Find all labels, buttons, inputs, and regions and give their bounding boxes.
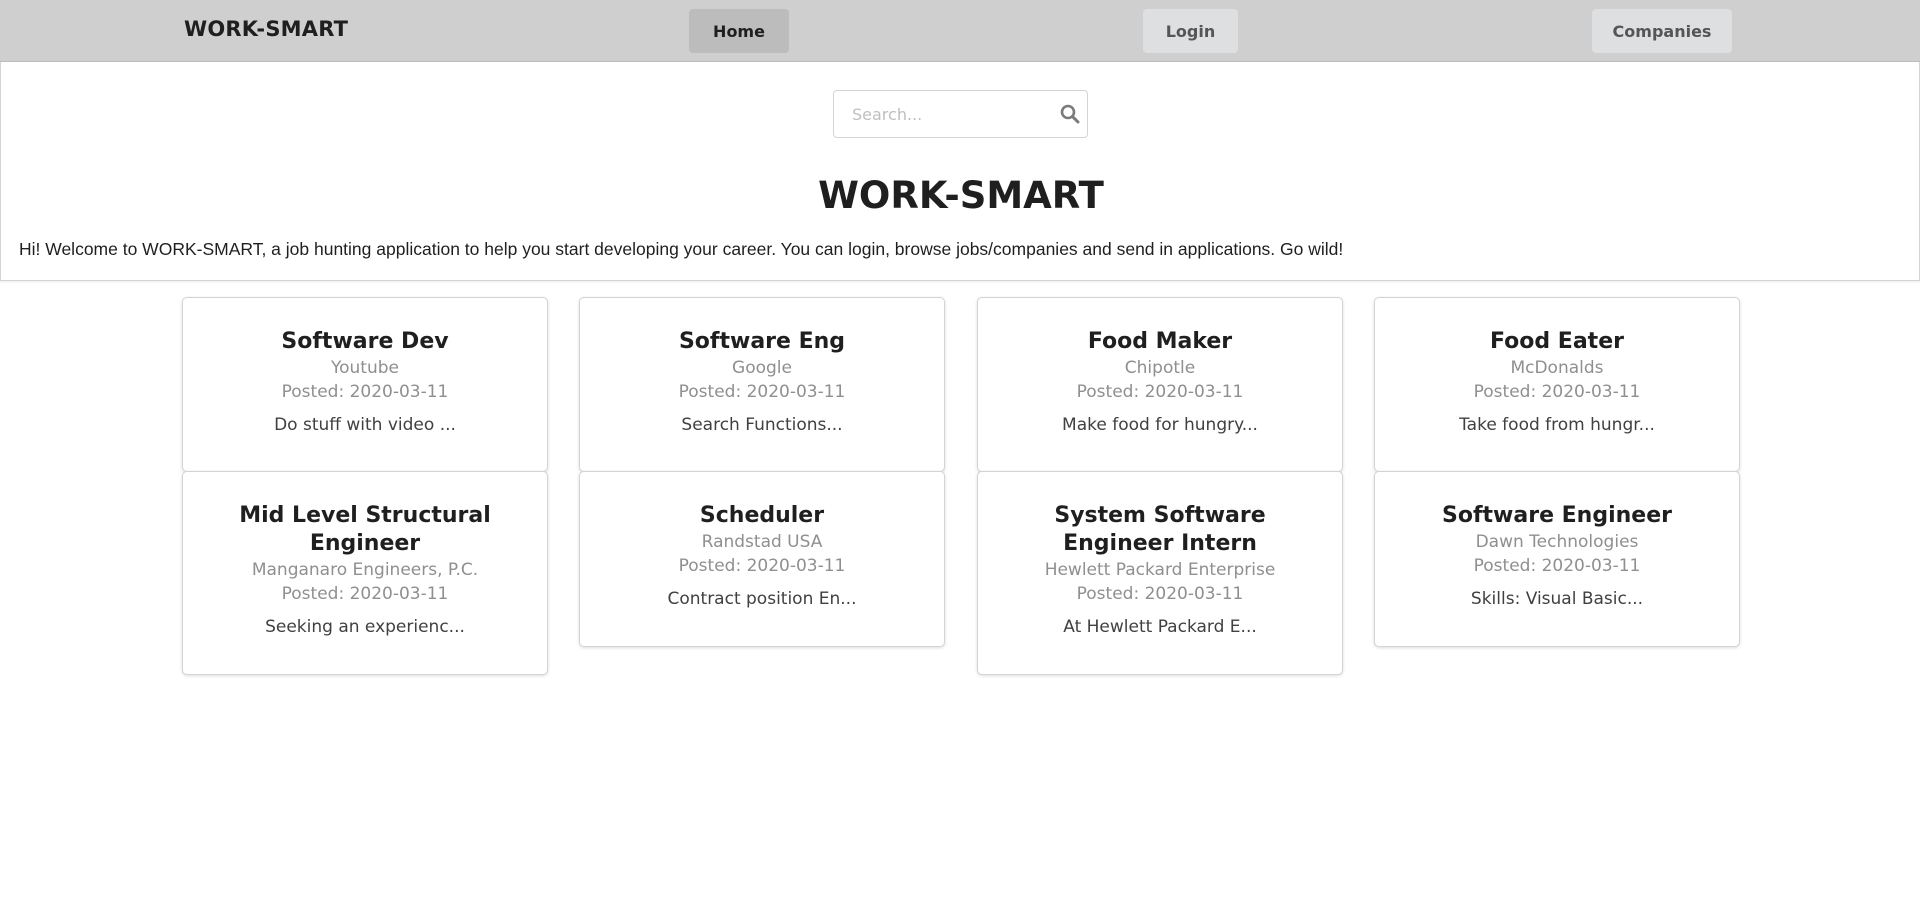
job-card[interactable]: Software Engineer Dawn Technologies Post… — [1374, 471, 1740, 647]
search-icon[interactable] — [1059, 103, 1081, 125]
job-description: Do stuff with video ... — [274, 415, 456, 435]
search-box[interactable] — [833, 90, 1088, 138]
welcome-text: Hi! Welcome to WORK-SMART, a job hunting… — [19, 239, 1344, 259]
job-description: Search Functions... — [681, 415, 843, 435]
job-title: Software Eng — [678, 329, 846, 354]
job-title: Mid Level Structural Engineer — [239, 503, 491, 556]
job-title: System Software Engineer Intern — [1054, 503, 1266, 556]
job-description: At Hewlett Packard E... — [1063, 617, 1257, 637]
job-posted-date: Posted: 2020-03-11 — [678, 556, 846, 576]
job-posted-date: Posted: 2020-03-11 — [1076, 382, 1244, 402]
search-input[interactable] — [834, 91, 1054, 137]
job-company: Hewlett Packard Enterprise — [1044, 560, 1276, 580]
job-card[interactable]: Software Eng Google Posted: 2020-03-11 S… — [579, 297, 945, 472]
job-posted-date: Posted: 2020-03-11 — [678, 382, 846, 402]
job-company: Chipotle — [1124, 358, 1196, 378]
job-company: Randstad USA — [701, 532, 823, 552]
job-company: McDonalds — [1510, 358, 1604, 378]
welcome-panel: WORK-SMART Hi! Welcome to WORK-SMART, a … — [0, 62, 1920, 281]
job-card[interactable]: Mid Level Structural Engineer Manganaro … — [182, 471, 548, 675]
job-title: Scheduler — [699, 503, 825, 528]
job-description: Take food from hungr... — [1459, 415, 1655, 435]
nav-companies-button[interactable]: Companies — [1592, 9, 1732, 53]
job-card[interactable]: System Software Engineer Intern Hewlett … — [977, 471, 1343, 675]
job-description: Skills: Visual Basic... — [1470, 589, 1644, 609]
job-description: Make food for hungry... — [1062, 415, 1258, 435]
job-posted-date: Posted: 2020-03-11 — [1473, 382, 1641, 402]
job-title: Food Maker — [1087, 329, 1233, 354]
job-description: Seeking an experienc... — [265, 617, 465, 637]
job-card[interactable]: Food Maker Chipotle Posted: 2020-03-11 M… — [977, 297, 1343, 472]
job-posted-date: Posted: 2020-03-11 — [1473, 556, 1641, 576]
job-title: Software Dev — [281, 329, 449, 354]
brand-logo-text[interactable]: WORK-SMART — [184, 17, 348, 41]
job-company: Dawn Technologies — [1475, 532, 1639, 552]
job-card[interactable]: Software Dev Youtube Posted: 2020-03-11 … — [182, 297, 548, 472]
page-title: WORK-SMART — [818, 174, 1104, 217]
job-company: Google — [732, 358, 792, 378]
nav-login-button[interactable]: Login — [1143, 9, 1238, 53]
job-posted-date: Posted: 2020-03-11 — [281, 382, 449, 402]
job-card[interactable]: Scheduler Randstad USA Posted: 2020-03-1… — [579, 471, 945, 647]
job-company: Manganaro Engineers, P.C. — [251, 560, 479, 580]
job-title: Software Engineer — [1442, 503, 1672, 528]
job-title: Food Eater — [1490, 329, 1624, 354]
job-posted-date: Posted: 2020-03-11 — [1076, 584, 1244, 604]
nav-home-button[interactable]: Home — [689, 9, 789, 53]
job-company: Youtube — [331, 358, 399, 378]
job-card[interactable]: Food Eater McDonalds Posted: 2020-03-11 … — [1374, 297, 1740, 472]
job-description: Contract position En... — [667, 589, 857, 609]
job-posted-date: Posted: 2020-03-11 — [281, 584, 449, 604]
top-navbar: WORK-SMART Home Login Companies — [0, 0, 1920, 62]
